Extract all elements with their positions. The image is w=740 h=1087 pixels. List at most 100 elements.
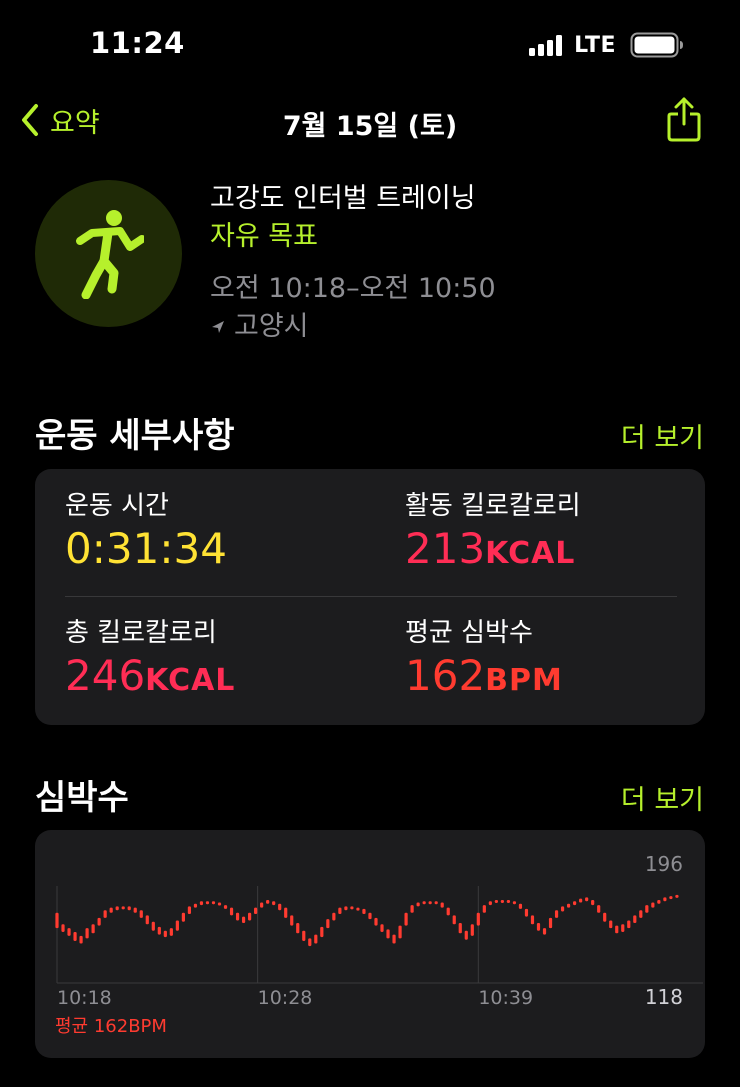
heart-rate-bar xyxy=(458,923,462,934)
heart-rate-bar xyxy=(302,930,306,941)
heart-rate-bar xyxy=(85,928,89,939)
location-arrow-icon xyxy=(212,321,224,333)
metric-label: 평균 심박수 xyxy=(405,618,533,648)
heart-rate-bar xyxy=(633,915,637,924)
heart-rate-bar xyxy=(434,901,438,905)
heart-rate-bar xyxy=(97,917,101,926)
heart-rate-bar xyxy=(585,897,589,902)
heart-rate-bar xyxy=(296,923,300,934)
heart-rate-bar xyxy=(73,932,77,941)
metric-number: 213 xyxy=(405,524,486,573)
heart-rate-bar xyxy=(645,905,649,913)
metric-active-calories: 활동 킬로칼로리 213KCAL xyxy=(405,489,581,580)
heart-rate-bar xyxy=(308,938,312,947)
metric-total-calories: 총 킬로칼로리 246KCAL xyxy=(65,616,235,707)
heart-rate-bar xyxy=(344,906,348,911)
heart-rate-bar xyxy=(470,924,474,936)
location-label: 고양시 xyxy=(234,311,309,342)
heart-rate-bar xyxy=(440,902,444,908)
heart-rate-bar xyxy=(609,920,613,929)
heart-rate-bar xyxy=(266,899,270,904)
heart-rate-bar xyxy=(61,924,65,932)
heart-rate-more-link[interactable]: 더 보기 xyxy=(621,778,704,817)
share-icon[interactable] xyxy=(666,96,702,142)
heart-rate-bar xyxy=(548,917,553,929)
heart-rate-bar xyxy=(416,902,420,907)
heart-rate-bar xyxy=(157,926,161,935)
metric-value: 246KCAL xyxy=(65,650,235,707)
heart-rate-bar xyxy=(398,925,402,939)
heart-rate-bar xyxy=(241,916,246,924)
heart-rate-bar xyxy=(145,915,149,925)
heart-rate-bar xyxy=(235,912,240,921)
heart-rate-bar xyxy=(603,912,607,922)
metric-number: 162 xyxy=(405,651,486,700)
heart-rate-bar xyxy=(332,912,336,921)
heart-rate-bar xyxy=(518,903,523,909)
heart-rate-bar xyxy=(669,896,673,900)
heart-rate-bar xyxy=(500,899,504,903)
heart-rate-section-title: 심박수 xyxy=(35,778,129,818)
heart-rate-bar xyxy=(314,934,318,944)
workout-details-card: 운동 시간 0:31:34 활동 킬로칼로리 213KCAL 총 킬로칼로리 2… xyxy=(35,469,705,725)
heart-rate-bar xyxy=(452,915,456,925)
heart-rate-bar xyxy=(199,901,204,906)
running-figure-icon xyxy=(75,209,144,299)
heart-rate-bar xyxy=(380,924,384,932)
workout-time-range: 오전 10:18–오전 10:50 xyxy=(210,273,496,304)
heart-rate-bar xyxy=(260,902,264,908)
heart-rate-bar xyxy=(362,908,366,915)
heart-rate-bar xyxy=(651,902,655,908)
heart-rate-bar xyxy=(139,910,143,918)
workout-type-icon xyxy=(35,180,182,327)
heart-rate-bar xyxy=(621,924,625,932)
metric-workout-time: 운동 시간 0:31:34 xyxy=(65,489,227,580)
metric-value: 162BPM xyxy=(405,650,563,707)
status-bar: 11:24 LTE xyxy=(0,0,740,90)
heart-rate-bar xyxy=(386,929,390,939)
workout-goal: 자유 목표 xyxy=(210,221,318,252)
heart-rate-bar xyxy=(211,901,216,905)
heart-rate-bar xyxy=(579,898,583,903)
heart-rate-bar xyxy=(248,912,252,921)
heart-rate-bar xyxy=(494,899,498,903)
battery-icon xyxy=(630,32,683,58)
heart-rate-bar xyxy=(91,924,95,934)
heart-rate-bar xyxy=(229,907,234,916)
heart-rate-bar xyxy=(488,901,492,906)
metric-number: 246 xyxy=(65,651,146,700)
heart-rate-bar xyxy=(67,928,71,936)
heart-rate-bar xyxy=(181,912,185,922)
details-more-link[interactable]: 더 보기 xyxy=(621,416,704,455)
y-axis-max-label: 196 xyxy=(645,852,683,876)
navigation-bar: 요약 7월 15일 (토) xyxy=(0,90,740,150)
heart-rate-bar xyxy=(254,907,258,915)
heart-rate-bar xyxy=(542,928,547,935)
heart-rate-bar xyxy=(193,903,198,908)
heart-rate-bar xyxy=(506,899,511,903)
heart-rate-bar xyxy=(115,906,119,911)
heart-rate-card[interactable]: 10:18 10:28 10:39 196 118 평균 162BPM xyxy=(35,830,705,1058)
heart-rate-bar xyxy=(272,901,276,906)
heart-rate-bar xyxy=(290,915,294,926)
metric-avg-heart-rate: 평균 심박수 162BPM xyxy=(405,616,563,707)
heart-rate-bar xyxy=(356,907,360,911)
cellular-signal-icon xyxy=(529,34,563,56)
network-type: LTE xyxy=(574,32,616,58)
heart-rate-bar xyxy=(133,907,137,913)
heart-rate-bar xyxy=(536,923,541,931)
heart-rate-bar xyxy=(103,910,107,918)
heart-rate-average-label: 평균 162BPM xyxy=(55,1016,167,1037)
metric-label: 총 킬로칼로리 xyxy=(65,618,217,648)
heart-rate-bar xyxy=(512,901,517,905)
heart-rate-bar xyxy=(615,925,619,934)
heart-rate-bar xyxy=(392,934,396,944)
heart-rate-bar xyxy=(121,906,125,910)
heart-rate-bar xyxy=(175,920,179,931)
heart-rate-bar xyxy=(217,902,222,906)
heart-rate-bar xyxy=(127,906,131,911)
workout-location: 고양시 xyxy=(210,308,710,346)
heart-rate-bar xyxy=(79,935,83,944)
heart-rate-bar xyxy=(169,928,173,936)
details-section-title: 운동 세부사항 xyxy=(35,416,235,456)
